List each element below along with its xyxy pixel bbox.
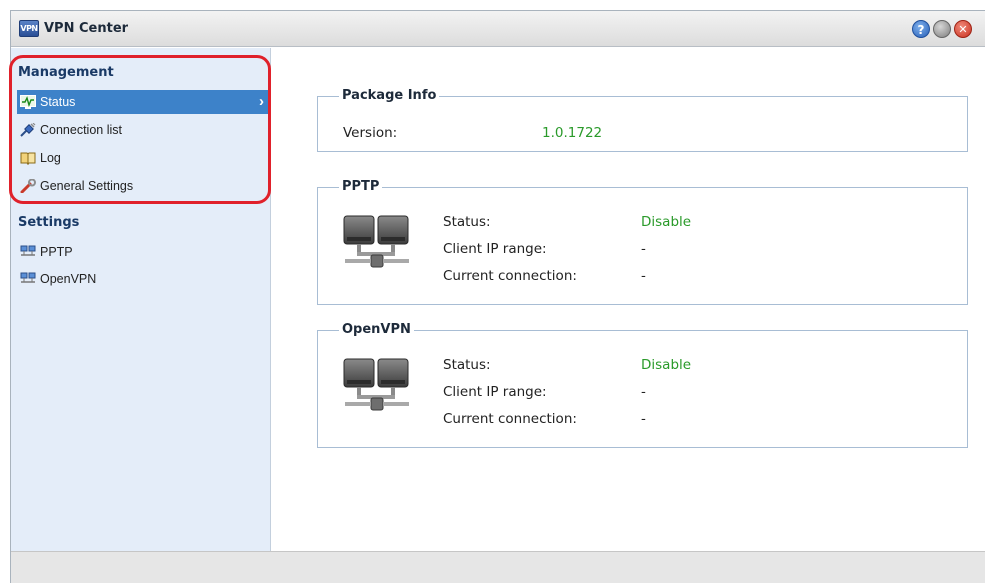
pptp-group: PPTP Status: Disable Client IP range: - [317, 179, 968, 305]
network-icon [20, 272, 36, 283]
openvpn-current-connection-value: - [641, 411, 646, 427]
pptp-status-value: Disable [641, 214, 692, 230]
server-network-icon [343, 215, 409, 268]
package-info-legend: Package Info [339, 88, 440, 104]
openvpn-legend: OpenVPN [339, 322, 414, 338]
window-title: VPN Center [44, 21, 129, 36]
version-label: Version: [343, 125, 398, 141]
openvpn-status-label: Status: [443, 357, 491, 373]
vpn-app-icon: VPN [19, 20, 39, 37]
close-button[interactable]: ✕ [954, 20, 972, 38]
pptp-current-connection-label: Current connection: [443, 268, 577, 284]
pptp-ip-range-label: Client IP range: [443, 241, 547, 257]
settings-heading: Settings [18, 215, 80, 230]
sidebar-item-label: PPTP [40, 245, 73, 259]
openvpn-ip-range-value: - [641, 384, 646, 400]
network-icon [20, 245, 36, 256]
version-value: 1.0.1722 [542, 125, 603, 141]
sidebar-item-label: OpenVPN [40, 272, 97, 286]
status-bar [11, 551, 985, 583]
main-content: Package Info Version: 1.0.1722 PPTP Stat… [272, 48, 985, 551]
package-info-group: Package Info Version: 1.0.1722 [317, 88, 968, 152]
pptp-ip-range-value: - [641, 241, 646, 257]
openvpn-status-value: Disable [641, 357, 692, 373]
pptp-status-label: Status: [443, 214, 491, 230]
server-network-icon [343, 358, 409, 411]
pptp-legend: PPTP [339, 179, 383, 195]
sidebar-item-openvpn[interactable]: OpenVPN [17, 267, 269, 291]
openvpn-current-connection-label: Current connection: [443, 411, 577, 427]
sidebar-item-pptp[interactable]: PPTP [17, 240, 269, 264]
help-button[interactable]: ? [912, 20, 930, 38]
annotation-highlight-box [9, 55, 271, 204]
openvpn-ip-range-label: Client IP range: [443, 384, 547, 400]
title-bar[interactable]: VPN VPN Center ? ✕ [11, 11, 985, 47]
pptp-current-connection-value: - [641, 268, 646, 284]
minimize-button[interactable] [933, 20, 951, 38]
openvpn-group: OpenVPN Status: Disable Client IP range:… [317, 322, 968, 448]
